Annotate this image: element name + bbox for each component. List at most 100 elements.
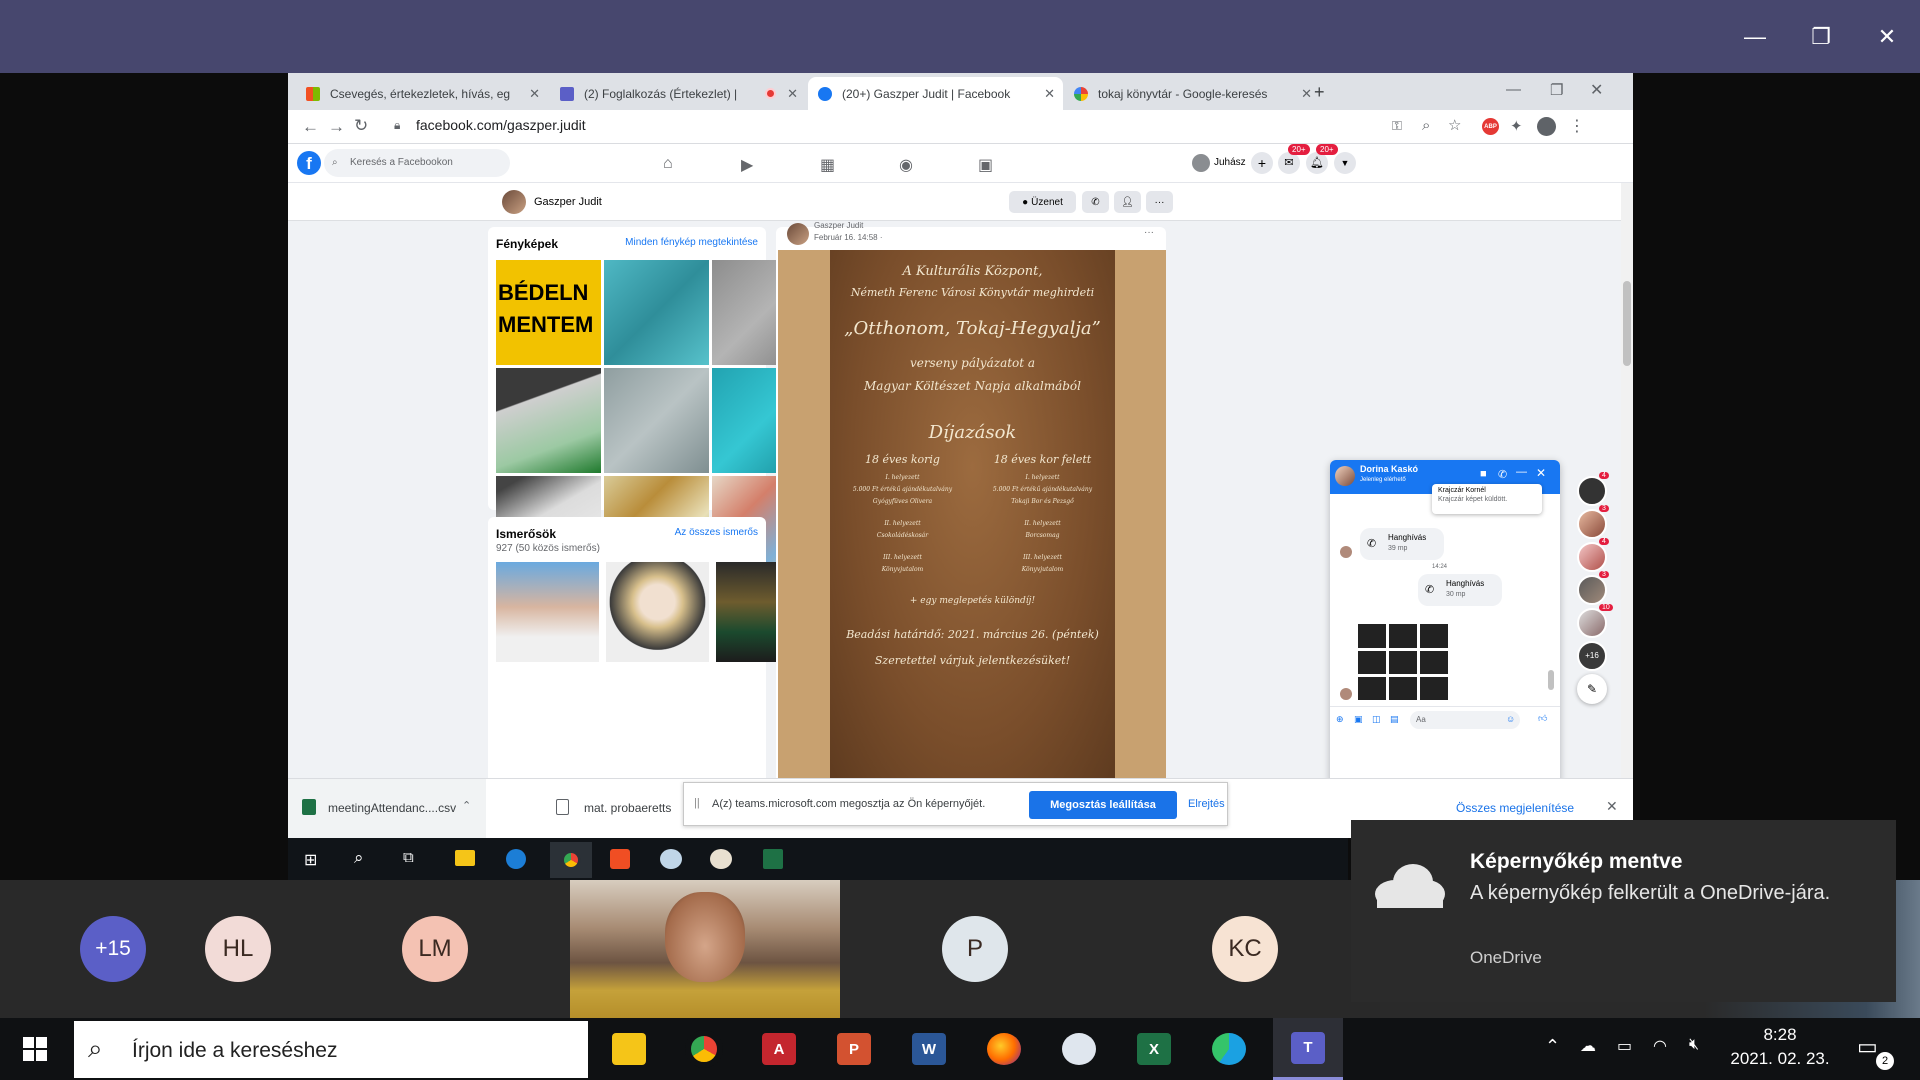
gaming-icon[interactable]: ▣ (978, 155, 993, 175)
taskbar-item[interactable]: X (1123, 1018, 1185, 1080)
taskbar-item[interactable] (673, 1018, 735, 1080)
photo-thumbnail[interactable] (496, 368, 601, 473)
show-all-downloads-link[interactable]: Összes megjelenítése (1456, 801, 1574, 815)
tab-teams-chat[interactable]: Csevegés, értekezletek, hívás, eg ✕ (296, 77, 548, 110)
more-icon[interactable]: ··· (1144, 227, 1154, 238)
marketplace-icon[interactable]: ▦ (820, 155, 835, 175)
taskbar-item[interactable]: P (823, 1018, 885, 1080)
edge-icon[interactable] (506, 849, 526, 869)
chat-scrollbar[interactable] (1548, 670, 1554, 690)
messenger-icon[interactable]: ✉ (1278, 152, 1300, 174)
post-author[interactable]: Gaszper Judit (814, 221, 863, 230)
friend-photo[interactable] (496, 562, 599, 662)
post-date[interactable]: Február 16. 14:58 · (814, 233, 882, 242)
adblock-icon[interactable]: ABP (1482, 118, 1499, 135)
paint-icon[interactable] (660, 849, 682, 869)
participant-avatar[interactable]: HL (205, 916, 271, 982)
file-explorer-icon[interactable] (455, 850, 475, 866)
gif-icon[interactable]: ▤ (1390, 714, 1399, 725)
close-icon[interactable]: ✕ (1606, 798, 1618, 815)
taskbar-search-box[interactable]: ⌕ Írjon ide a kereséshez (74, 1021, 588, 1078)
start-button[interactable] (4, 1018, 66, 1080)
groups-icon[interactable]: ◉ (899, 155, 913, 175)
plus-icon[interactable]: ⊕ (1336, 714, 1344, 725)
app-icon[interactable] (710, 849, 732, 869)
chevron-up-icon[interactable]: ⌃ (1545, 1036, 1560, 1057)
hide-button[interactable]: Elrejtés (1188, 798, 1225, 810)
url-field[interactable]: facebook.com/gaszper.judit (416, 117, 586, 133)
image-icon[interactable]: ▣ (1354, 714, 1363, 725)
overflow-participants[interactable]: +15 (80, 916, 146, 982)
message-button[interactable]: ● Üzenet (1009, 191, 1076, 213)
message-input[interactable]: Aa (1410, 711, 1520, 729)
chat-head-avatar[interactable] (1577, 509, 1607, 539)
chrome-taskbar-item[interactable] (550, 842, 592, 878)
sticker-icon[interactable]: ◫ (1372, 714, 1381, 725)
chat-head-avatar[interactable] (1577, 476, 1607, 506)
reload-icon[interactable]: ↻ (354, 116, 368, 136)
friend-button[interactable]: 👤︎ (1114, 191, 1141, 213)
new-message-icon[interactable]: ✎ (1577, 674, 1607, 704)
avatar[interactable] (1192, 154, 1210, 172)
anydesk-icon[interactable] (610, 849, 630, 869)
participant-tile[interactable]: LM (300, 880, 570, 1018)
minimize-icon[interactable]: — (1516, 466, 1527, 478)
participant-video[interactable] (570, 880, 840, 1018)
user-short-name[interactable]: Juhász (1214, 157, 1246, 168)
back-icon[interactable]: ← (302, 117, 319, 137)
drag-handle-icon[interactable]: || (694, 797, 700, 809)
more-chats-button[interactable]: +16 (1577, 641, 1607, 671)
chat-popup-notification[interactable]: Krajczár Kornél Krajczár képet küldött. (1432, 484, 1542, 514)
friend-photo[interactable] (606, 562, 709, 662)
close-icon[interactable]: ✕ (1864, 0, 1910, 73)
stop-sharing-button[interactable]: Megosztás leállítása (1029, 791, 1177, 819)
call-button[interactable]: ✆ (1082, 191, 1109, 213)
post-image[interactable]: A Kulturális Központ, Németh Ferenc Váro… (778, 250, 1166, 792)
wifi-icon[interactable]: ◠ (1653, 1036, 1667, 1056)
phone-icon[interactable]: ✆ (1498, 468, 1507, 481)
windows-start-icon[interactable]: ⊞ (304, 850, 317, 870)
profile-icon[interactable] (1537, 117, 1556, 136)
participant-tile[interactable]: KC (1110, 880, 1380, 1018)
clock[interactable]: 8:28 2021. 02. 23. (1720, 1025, 1840, 1069)
task-view-icon[interactable]: ⧉ (403, 849, 414, 866)
home-icon[interactable]: ⌂ (663, 155, 673, 173)
tab-teams-meeting[interactable]: (2) Foglalkozás (Értekezlet) | ✕ (550, 77, 806, 110)
taskbar-item-teams[interactable]: T (1273, 1018, 1343, 1080)
close-tab-icon[interactable]: ✕ (787, 86, 798, 102)
download-filename[interactable]: mat. probaeretts (584, 801, 671, 815)
minimize-icon[interactable]: — (1732, 0, 1778, 73)
close-tab-icon[interactable]: ✕ (529, 86, 540, 102)
extensions-icon[interactable]: ✦ (1510, 117, 1523, 135)
key-icon[interactable]: ⚿ (1392, 118, 1402, 134)
create-icon[interactable]: + (1251, 152, 1273, 174)
action-center-icon[interactable]: ▭ (1857, 1034, 1878, 1060)
participant-tile[interactable]: P (840, 880, 1110, 1018)
like-icon[interactable]: 👍︎ (1538, 713, 1547, 724)
menu-icon[interactable]: ⋮ (1569, 116, 1585, 136)
photo-thumbnail[interactable] (604, 260, 709, 365)
call-bubble[interactable]: ✆ Hanghívás 30 mp (1418, 574, 1502, 606)
star-icon[interactable]: ☆ (1448, 116, 1461, 134)
all-photos-link[interactable]: Minden fénykép megtekintése (625, 237, 758, 248)
bell-icon[interactable]: 🔔︎ (1306, 152, 1328, 174)
chat-image-grid[interactable] (1358, 624, 1448, 700)
battery-icon[interactable]: ▭ (1617, 1036, 1632, 1056)
taskbar-item[interactable]: W (898, 1018, 960, 1080)
forward-icon[interactable]: → (328, 117, 345, 137)
taskbar-item[interactable] (1198, 1018, 1260, 1080)
close-icon[interactable]: ✕ (1536, 466, 1546, 480)
photo-thumbnail[interactable]: BÉDELN MENTEM (496, 260, 601, 365)
more-button[interactable]: ··· (1146, 191, 1173, 213)
onedrive-toast[interactable]: Képernyőkép mentve A képernyőkép felkerü… (1351, 820, 1896, 1002)
search-icon[interactable]: ⌕ (354, 848, 364, 868)
taskbar-item[interactable] (598, 1018, 660, 1080)
zoom-icon[interactable]: ⌕ (1422, 117, 1430, 134)
watch-icon[interactable]: ▶ (741, 155, 753, 175)
call-bubble[interactable]: ✆ Hanghívás 39 mp (1360, 528, 1444, 560)
excel-icon[interactable] (763, 849, 783, 869)
facebook-logo-icon[interactable]: f (297, 151, 321, 175)
chevron-down-icon[interactable]: ▼ (1334, 152, 1356, 174)
photo-thumbnail[interactable] (604, 368, 709, 473)
close-icon[interactable]: ✕ (1590, 80, 1603, 100)
